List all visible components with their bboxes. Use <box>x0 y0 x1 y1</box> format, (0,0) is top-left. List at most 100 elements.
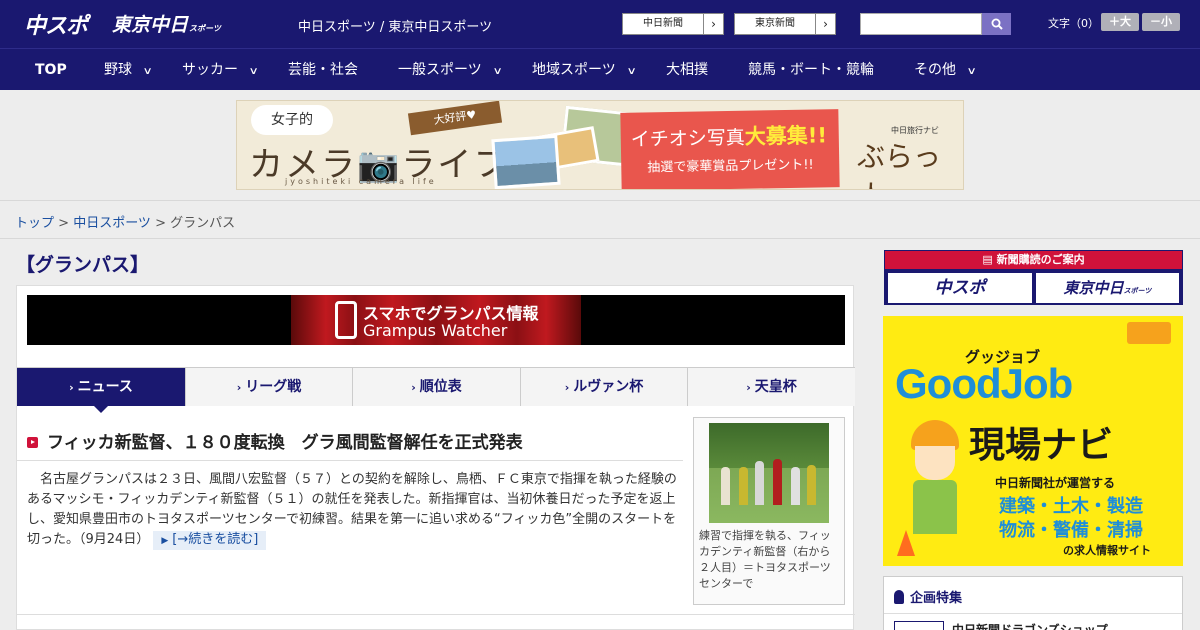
feature-heading: 企画特集 <box>894 587 962 606</box>
goodjob-line1: 中日新聞社が運営する <box>995 476 1116 490</box>
tab-bar: › ニュース › リーグ戦 › 順位表 › ルヴァン杯 › 天皇杯 <box>17 367 855 413</box>
ad-subtitle: jyoshiteki camera life <box>285 177 437 186</box>
player-figure <box>773 459 782 505</box>
tokyo-shimbun-label: 東京新聞 <box>755 18 795 29</box>
tab-emperors-cup[interactable]: › 天皇杯 <box>688 368 855 406</box>
ad-brand: ぶらっ人 <box>857 140 942 189</box>
feature-item-link[interactable]: 中日新聞ドラゴンズショップ <box>952 621 1108 630</box>
chevron-right-icon: › <box>703 14 723 34</box>
nav-label: 一般スポーツ <box>398 62 482 78</box>
article-body: 名古屋グランパスは２３日、風間八宏監督（５７）との契約を解除し、鳥栖、ＦＣ東京で… <box>27 470 679 550</box>
tab-news[interactable]: › ニュース <box>17 368 186 413</box>
nav-label: 大相撲 <box>666 62 708 78</box>
article-date: （9月24日） <box>79 532 150 547</box>
player-figure <box>721 467 730 505</box>
nav-item-local-sports[interactable]: 地域スポーツ ∨ <box>532 49 637 91</box>
photo-caption: 練習で指揮を執る、フィッカデンティ新監督（右から２人目）＝トヨタスポーツセンター… <box>699 529 831 590</box>
ad-campaign-line1: イチオシ写真大募集!! <box>631 119 828 152</box>
site-header: 中スポ 東京中日スポーツ 中日スポーツ / 東京中日スポーツ 中日新聞 › 東京… <box>0 0 1200 48</box>
subscribe-tokyo-small: スポーツ <box>1123 287 1152 295</box>
goodjob-logo: GoodJob <box>895 360 1073 407</box>
chevron-right-icon: › <box>236 381 242 394</box>
ad-campaign-prefix: イチオシ写真 <box>630 126 745 151</box>
article-title[interactable]: フィッカ新監督、１８０度転換 グラ風間監督解任を正式発表 <box>27 428 523 453</box>
article-photo[interactable] <box>709 423 829 523</box>
search-icon <box>991 18 1003 30</box>
player-figure <box>807 465 816 505</box>
chevron-down-icon: ∨ <box>626 66 637 77</box>
nav-item-other[interactable]: その他 ∨ <box>914 49 977 91</box>
search-button[interactable] <box>982 13 1011 35</box>
body-shape <box>913 480 957 534</box>
chevron-right-icon: › <box>69 381 74 394</box>
breadcrumb: トップ > 中日スポーツ > グランパス <box>15 212 235 231</box>
tab-label: ルヴァン杯 <box>573 379 644 395</box>
subscribe-tokyo-text: 東京中日 <box>1063 279 1124 297</box>
nav-item-top[interactable]: TOP <box>35 49 67 91</box>
nav-item-baseball[interactable]: 野球 ∨ <box>104 49 153 91</box>
chuspo-logo[interactable]: 中スポ <box>24 8 88 40</box>
nav-label: 競馬・ボート・競輪 <box>748 62 874 78</box>
newspaper-icon: ▤ <box>982 253 997 266</box>
play-arrow-icon: ▶ <box>161 536 169 546</box>
nav-label: TOP <box>35 62 67 78</box>
nav-label: 野球 <box>104 62 132 78</box>
breadcrumb-chunichi-link[interactable]: 中日スポーツ <box>73 216 151 231</box>
divider <box>17 614 855 615</box>
font-size-up-button[interactable]: ＋大 <box>1101 13 1139 31</box>
main-nav: TOP 野球 ∨ サッカー ∨ 芸能・社会 一般スポーツ ∨ 地域スポーツ ∨ 大相撲 … <box>0 48 1200 90</box>
chevron-down-icon: ∨ <box>492 66 503 77</box>
tokyo-shimbun-button[interactable]: 東京新聞 › <box>734 13 836 35</box>
breadcrumb-top-link[interactable]: トップ <box>15 216 54 231</box>
divider <box>17 460 683 461</box>
nav-item-entertainment[interactable]: 芸能・社会 <box>288 49 358 91</box>
camera-life-ad-banner[interactable]: 女子的 カメラ📷ライフ jyoshiteki camera life 大好評♥ … <box>236 100 964 190</box>
nav-item-general-sports[interactable]: 一般スポーツ ∨ <box>398 49 503 91</box>
smartphone-icon <box>335 301 357 339</box>
subscribe-tokyo-link[interactable]: 東京中日スポーツ <box>1036 273 1179 303</box>
play-bullet-icon <box>27 437 38 448</box>
chevron-down-icon: ∨ <box>966 66 977 77</box>
ad-bubble: 女子的 <box>251 105 333 135</box>
divider <box>884 613 1182 614</box>
nav-item-soccer[interactable]: サッカー ∨ <box>182 49 259 91</box>
player-figure <box>791 467 800 505</box>
chevron-right-icon: › <box>746 381 751 394</box>
feature-thumbnail[interactable] <box>894 621 944 630</box>
grampus-watcher-banner[interactable]: スマホでグランパス情報 Grampus Watcher <box>27 295 845 345</box>
breadcrumb-current: グランパス <box>170 216 236 231</box>
tab-label: リーグ戦 <box>245 379 302 395</box>
nav-item-sumo[interactable]: 大相撲 <box>666 49 708 91</box>
nav-label: 芸能・社会 <box>288 62 358 78</box>
tab-league[interactable]: › リーグ戦 <box>186 368 353 406</box>
player-figure <box>739 467 748 505</box>
nav-label: その他 <box>914 62 956 78</box>
tokyo-logo-small: スポーツ <box>189 24 221 33</box>
subscribe-chuspo-link[interactable]: 中スポ <box>888 273 1032 303</box>
traffic-cone-icon <box>897 530 915 556</box>
font-size-label: 文字（0） <box>1048 17 1099 30</box>
player-figure <box>755 461 764 505</box>
main-panel: スマホでグランパス情報 Grampus Watcher › ニュース › リーグ戦 … <box>16 285 855 630</box>
nav-item-racing[interactable]: 競馬・ボート・競輪 <box>748 49 874 91</box>
tab-standings[interactable]: › 順位表 <box>353 368 521 406</box>
font-size-down-button[interactable]: －小 <box>1142 13 1180 31</box>
tab-levain-cup[interactable]: › ルヴァン杯 <box>521 368 688 406</box>
tokyo-chunichi-logo[interactable]: 東京中日スポーツ <box>112 10 221 37</box>
goodjob-ad[interactable]: グッジョブ GoodJob 現場ナビ 中日新聞社が運営する 建築・土木・製造 物… <box>883 316 1183 566</box>
chevron-right-icon: › <box>564 381 570 394</box>
ribbon-icon <box>894 590 904 604</box>
ad-campaign-box: イチオシ写真大募集!! 抽選で豪華賞品プレゼント!! <box>620 109 840 189</box>
chunichi-shimbun-button[interactable]: 中日新聞 › <box>622 13 724 35</box>
chevron-right-icon: › <box>815 14 835 34</box>
read-more-link[interactable]: ▶ [→続きを読む] <box>153 531 267 550</box>
face-shape <box>915 446 955 480</box>
worker-illustration <box>907 420 963 536</box>
chunichi-shimbun-label: 中日新聞 <box>643 18 683 29</box>
article-photo-box: 練習で指揮を執る、フィッカデンティ新監督（右から２人目）＝トヨタスポーツセンター… <box>693 417 845 605</box>
read-more-label: [→続きを読む] <box>172 532 259 547</box>
breadcrumb-area: トップ > 中日スポーツ > グランパス <box>0 200 1200 239</box>
feature-box: 企画特集 中日新聞ドラゴンズショップ <box>883 576 1183 630</box>
grampus-watcher-line2: Grampus Watcher <box>363 321 508 340</box>
search-input[interactable] <box>860 13 982 35</box>
